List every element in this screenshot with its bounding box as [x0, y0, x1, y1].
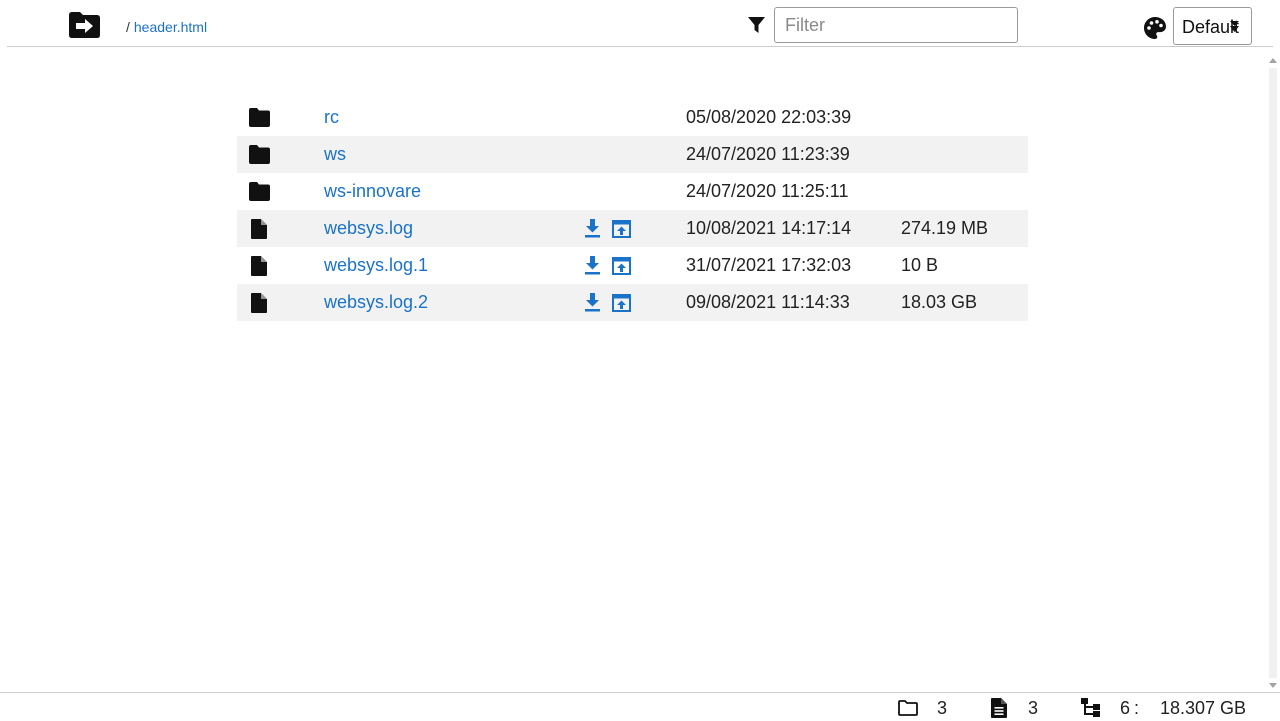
file-row[interactable]: websys.log 10/08/2021 14:17:14 274.19 MB [237, 210, 1028, 247]
entry-size: 274.19 MB [901, 218, 989, 238]
scroll-up-arrow[interactable] [1269, 58, 1277, 63]
folder-icon [249, 145, 270, 164]
file-icon [991, 698, 1007, 718]
download-icon[interactable] [585, 219, 600, 238]
breadcrumb-separator: / [126, 19, 130, 35]
header-bar: /header.html Default [7, 0, 1273, 47]
total-count: 6 [1120, 698, 1131, 718]
vertical-scrollbar[interactable] [1266, 54, 1280, 692]
scroll-down-arrow[interactable] [1269, 683, 1277, 688]
breadcrumb: / header.html [126, 19, 207, 35]
chevron-down-icon [1230, 21, 1239, 32]
open-in-window-icon[interactable] [612, 220, 631, 238]
entry-size: 18.03 GB [901, 292, 978, 312]
download-icon[interactable] [585, 256, 600, 275]
entry-name-link[interactable]: websys.log [324, 218, 413, 239]
entry-name-link[interactable]: rc [324, 107, 339, 128]
filter-icon [748, 17, 765, 33]
file-listing: rc 05/08/2020 22:03:39 ws 24/07/2020 11:23:… [237, 99, 1028, 321]
entry-name-link[interactable]: ws-innovare [324, 181, 421, 202]
entry-modified-date: 09/08/2021 11:14:33 [686, 292, 850, 312]
scrollbar-track[interactable] [1269, 68, 1277, 678]
entry-name-link[interactable]: ws [324, 144, 346, 165]
file-count: 3 [1028, 698, 1039, 718]
folder-row[interactable]: ws-innovare 24/07/2020 11:25:11 [237, 173, 1028, 210]
entry-modified-date: 24/07/2020 11:25:11 [686, 181, 849, 201]
entry-size: 10 B [901, 255, 939, 275]
total-size: 18.307 GB [1160, 698, 1247, 718]
tree-icon [1081, 698, 1100, 717]
entry-modified-date: 10/08/2021 14:17:14 [686, 218, 852, 238]
open-in-window-icon[interactable] [612, 294, 631, 312]
folder-count: 3 [937, 698, 948, 718]
entry-modified-date: 24/07/2020 11:23:39 [686, 144, 850, 164]
entry-modified-date: 31/07/2021 17:32:03 [686, 255, 852, 275]
entry-modified-date: 05/08/2020 22:03:39 [686, 107, 852, 127]
folder-row[interactable]: rc 05/08/2020 22:03:39 [237, 99, 1028, 136]
palette-icon [1144, 17, 1166, 39]
file-icon [251, 293, 267, 313]
folder-outline-icon [898, 700, 918, 716]
file-row[interactable]: websys.log.2 09/08/2021 11:14:33 18.03 GB [237, 284, 1028, 321]
total-separator: : [1134, 698, 1140, 718]
entry-name-link[interactable]: websys.log.1 [324, 255, 428, 276]
home-folder-icon[interactable] [69, 12, 100, 38]
folder-icon [249, 108, 270, 127]
download-icon[interactable] [585, 293, 600, 312]
file-row[interactable]: websys.log.1 31/07/2021 17:32:03 10 B [237, 247, 1028, 284]
breadcrumb-link-current[interactable]: header.html [134, 19, 207, 35]
file-icon [251, 219, 267, 239]
entry-name-link[interactable]: websys.log.2 [324, 292, 428, 313]
folder-icon [249, 182, 270, 201]
filter-input[interactable] [774, 7, 1018, 43]
folder-row[interactable]: ws 24/07/2020 11:23:39 [237, 136, 1028, 173]
file-icon [251, 256, 267, 276]
status-bar: 3 3 6 : 18.307 GB [0, 692, 1280, 721]
theme-select[interactable]: Default [1173, 7, 1252, 45]
open-in-window-icon[interactable] [612, 257, 631, 275]
